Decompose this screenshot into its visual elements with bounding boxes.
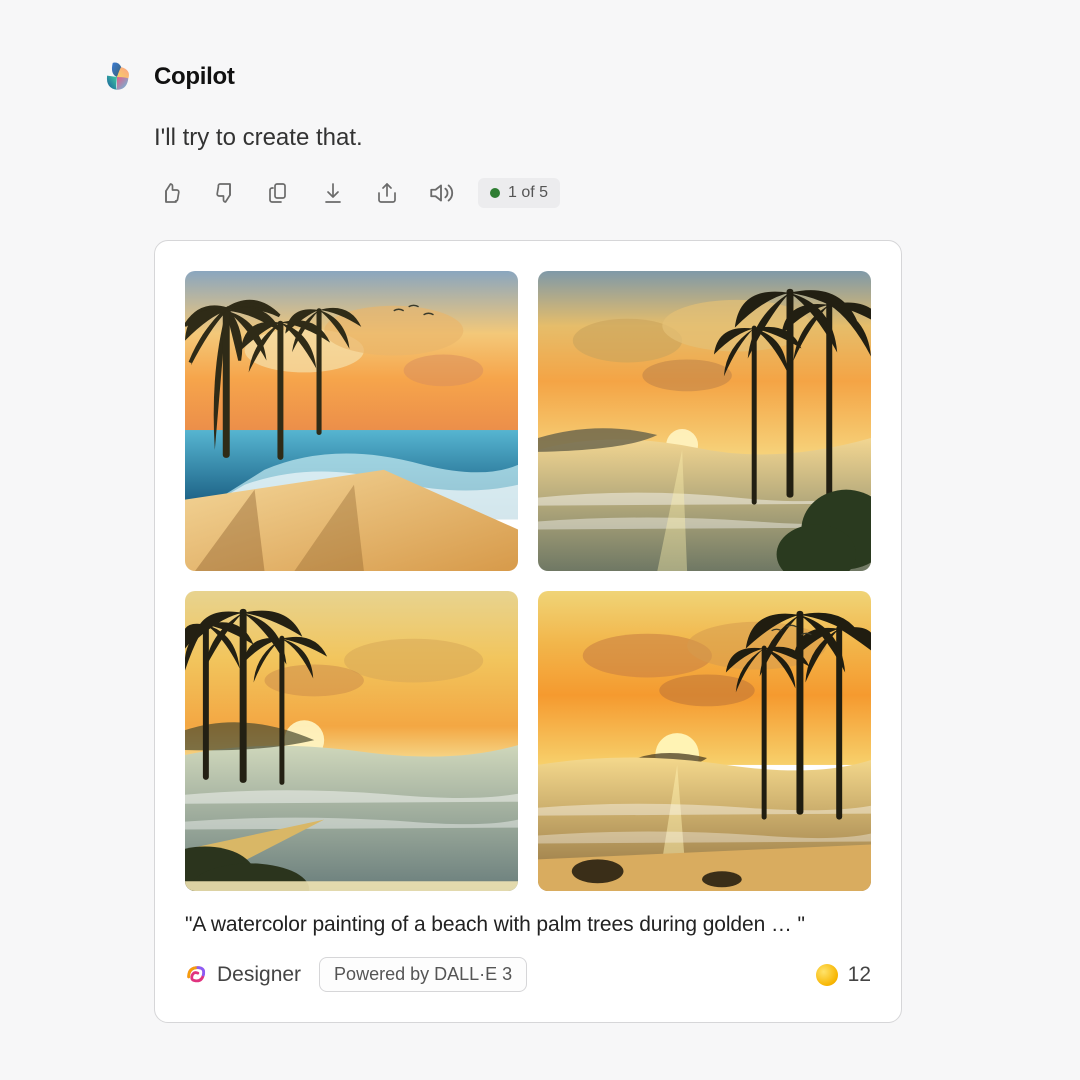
credits-counter: 12 [816,963,871,987]
generated-image-1[interactable] [185,271,518,571]
dislike-button[interactable] [208,176,242,210]
prompt-caption: "A watercolor painting of a beach with p… [185,913,871,937]
coin-icon [816,964,838,986]
image-result-card: "A watercolor painting of a beach with p… [154,240,902,1023]
status-dot-icon [490,188,500,198]
thumbs-down-icon [213,181,237,205]
designer-badge[interactable]: Designer [185,963,301,987]
designer-logo-icon [185,964,207,986]
speak-button[interactable] [424,176,458,210]
response-counter-badge: 1 of 5 [478,178,560,208]
assistant-header: Copilot [100,60,990,94]
copy-button[interactable] [262,176,296,210]
assistant-name: Copilot [154,63,235,91]
generated-image-4[interactable] [538,591,871,891]
generated-image-3[interactable] [185,591,518,891]
response-counter-text: 1 of 5 [508,184,548,202]
share-icon [375,181,399,205]
image-grid [185,271,871,891]
message-actions: 1 of 5 [154,176,990,210]
generated-image-2[interactable] [538,271,871,571]
assistant-message: I'll try to create that. [154,124,990,152]
thumbs-up-icon [159,181,183,205]
powered-by-badge: Powered by DALL·E 3 [319,957,527,992]
download-button[interactable] [316,176,350,210]
like-button[interactable] [154,176,188,210]
credits-value: 12 [848,963,871,987]
download-icon [321,181,345,205]
copy-icon [267,181,291,205]
speaker-icon [428,180,454,206]
card-footer: Designer Powered by DALL·E 3 12 [185,957,871,992]
share-button[interactable] [370,176,404,210]
designer-label: Designer [217,963,301,987]
copilot-logo-icon [100,60,134,94]
